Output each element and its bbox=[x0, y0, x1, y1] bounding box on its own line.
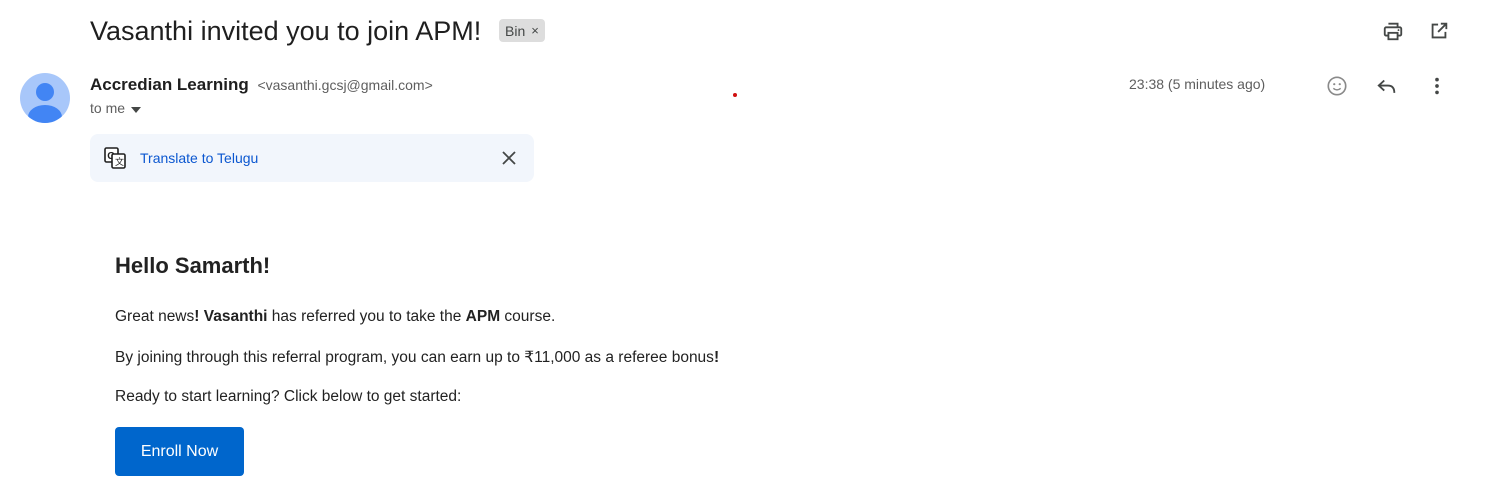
label-chip-bin[interactable]: Bin × bbox=[499, 19, 545, 42]
label-remove-icon[interactable]: × bbox=[531, 23, 539, 38]
translate-link[interactable]: Translate to Telugu bbox=[140, 150, 258, 166]
more-vertical-icon[interactable] bbox=[1423, 72, 1451, 100]
emoji-reaction-icon[interactable] bbox=[1323, 72, 1351, 100]
recipient-details-toggle[interactable]: to me bbox=[90, 100, 142, 116]
p2-text-a: By joining through this referral program… bbox=[115, 349, 714, 366]
p1-text-a: Great news bbox=[115, 308, 195, 325]
email-view: Vasanthi invited you to join APM! Bin × … bbox=[0, 0, 1495, 500]
email-body: Hello Samarth! Great news! Vasanthi has … bbox=[115, 252, 719, 476]
timestamp: 23:38 (5 minutes ago) bbox=[1129, 76, 1266, 92]
chevron-down-icon bbox=[131, 100, 142, 116]
close-icon[interactable] bbox=[499, 148, 519, 168]
label-chip-text: Bin bbox=[505, 22, 526, 39]
body-paragraph-2: By joining through this referral program… bbox=[115, 348, 719, 367]
email-subject: Vasanthi invited you to join APM! bbox=[90, 16, 482, 46]
body-paragraph-3: Ready to start learning? Click below to … bbox=[115, 388, 462, 405]
p1-text-d: course. bbox=[500, 308, 556, 325]
cursor-dot bbox=[733, 93, 737, 97]
translate-icon: G 文 bbox=[104, 147, 126, 169]
p1-text-b: ! bbox=[194, 308, 204, 325]
greeting-heading: Hello Samarth! bbox=[115, 253, 271, 278]
recipient-summary: to me bbox=[90, 100, 126, 116]
sender-email: <vasanthi.gcsj@gmail.com> bbox=[257, 77, 433, 93]
sender-name[interactable]: Accredian Learning bbox=[90, 75, 249, 94]
enroll-now-button[interactable]: Enroll Now bbox=[115, 427, 244, 476]
p1-text-c: has referred you to take the bbox=[267, 308, 466, 325]
referrer-name: Vasanthi bbox=[203, 308, 268, 325]
open-in-new-window-icon[interactable] bbox=[1426, 18, 1452, 44]
print-icon[interactable] bbox=[1380, 18, 1406, 44]
course-name: APM bbox=[465, 308, 501, 325]
default-avatar-icon[interactable] bbox=[20, 73, 70, 123]
p2-text-b: ! bbox=[713, 349, 720, 366]
translate-bar: G 文 Translate to Telugu bbox=[90, 134, 534, 182]
svg-text:文: 文 bbox=[115, 156, 124, 167]
body-paragraph-1: Great news! Vasanthi has referred you to… bbox=[115, 308, 555, 326]
reply-icon[interactable] bbox=[1373, 72, 1401, 100]
sender-line: Accredian Learning <vasanthi.gcsj@gmail.… bbox=[90, 74, 433, 96]
